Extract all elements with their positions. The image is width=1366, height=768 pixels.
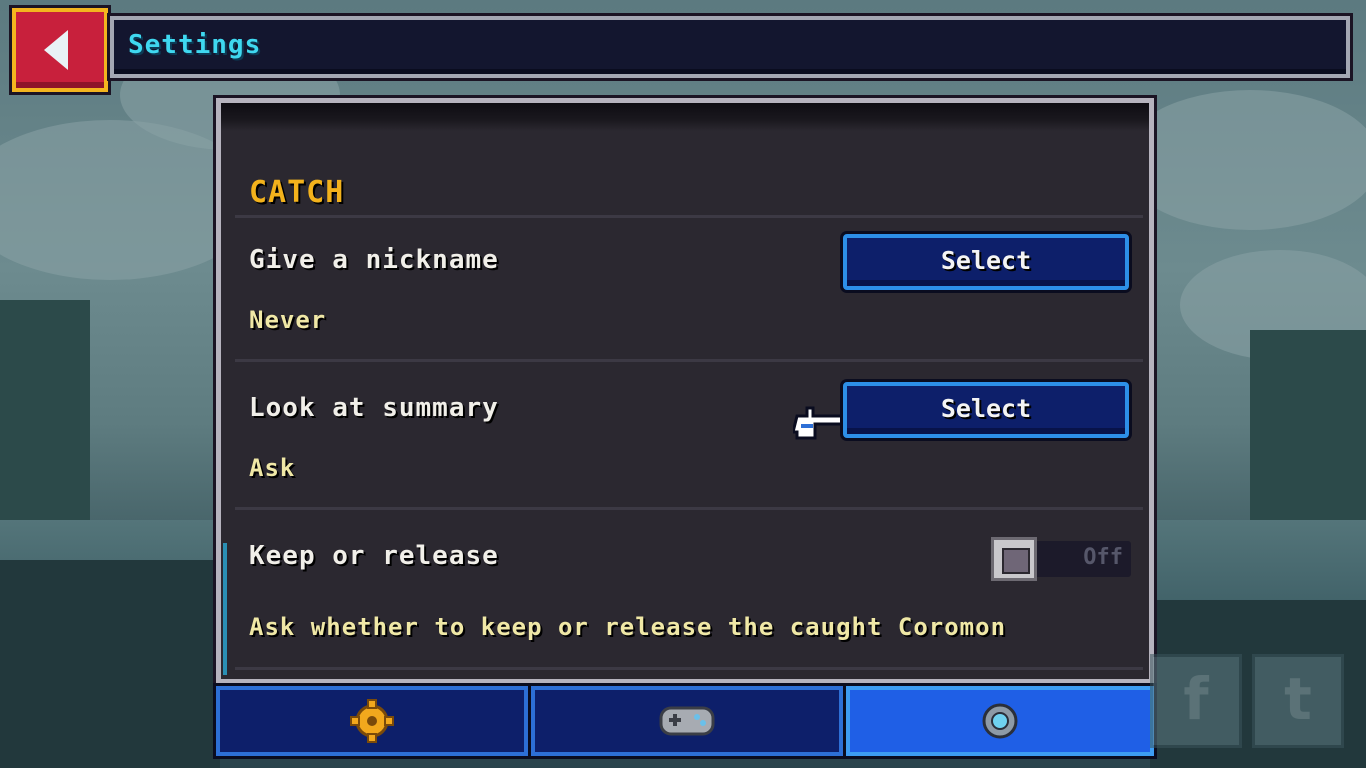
title-bar: Settings [110,16,1350,78]
facebook-icon: f [1183,665,1209,733]
select-button-nickname[interactable]: Select [843,234,1129,290]
setting-label-summary: Look at summary [249,393,499,423]
twitter-button[interactable]: t [1252,654,1344,748]
tab-other[interactable] [846,686,1154,756]
gamepad-icon [659,706,715,736]
select-button-summary[interactable]: Select [843,382,1129,438]
facebook-button[interactable]: f [1150,654,1242,748]
setting-description-keep-release: Ask whether to keep or release the caugh… [249,613,1007,641]
tab-general[interactable] [216,686,528,756]
scrollbar[interactable] [223,543,227,675]
setting-value-nickname: Never [249,306,327,334]
back-button[interactable] [12,8,108,92]
keep-release-toggle[interactable]: Off [991,537,1131,581]
tab-controls[interactable] [531,686,843,756]
back-arrow-icon [44,30,68,70]
gear-icon [350,699,394,743]
toggle-knob [991,537,1037,581]
category-tabs [216,686,1154,756]
section-title: CATCH [249,175,345,210]
spinner-icon [982,703,1018,739]
pointer-hand-icon [793,406,847,440]
page-title: Settings [128,30,262,60]
twitter-icon: t [1284,665,1312,733]
toggle-state: Off [1083,545,1123,570]
setting-label-nickname: Give a nickname [249,245,499,275]
setting-value-summary: Ask [249,454,296,482]
settings-panel: CATCH Give a nickname Never Select Look … [216,98,1154,684]
setting-label-keep-release: Keep or release [249,541,499,571]
